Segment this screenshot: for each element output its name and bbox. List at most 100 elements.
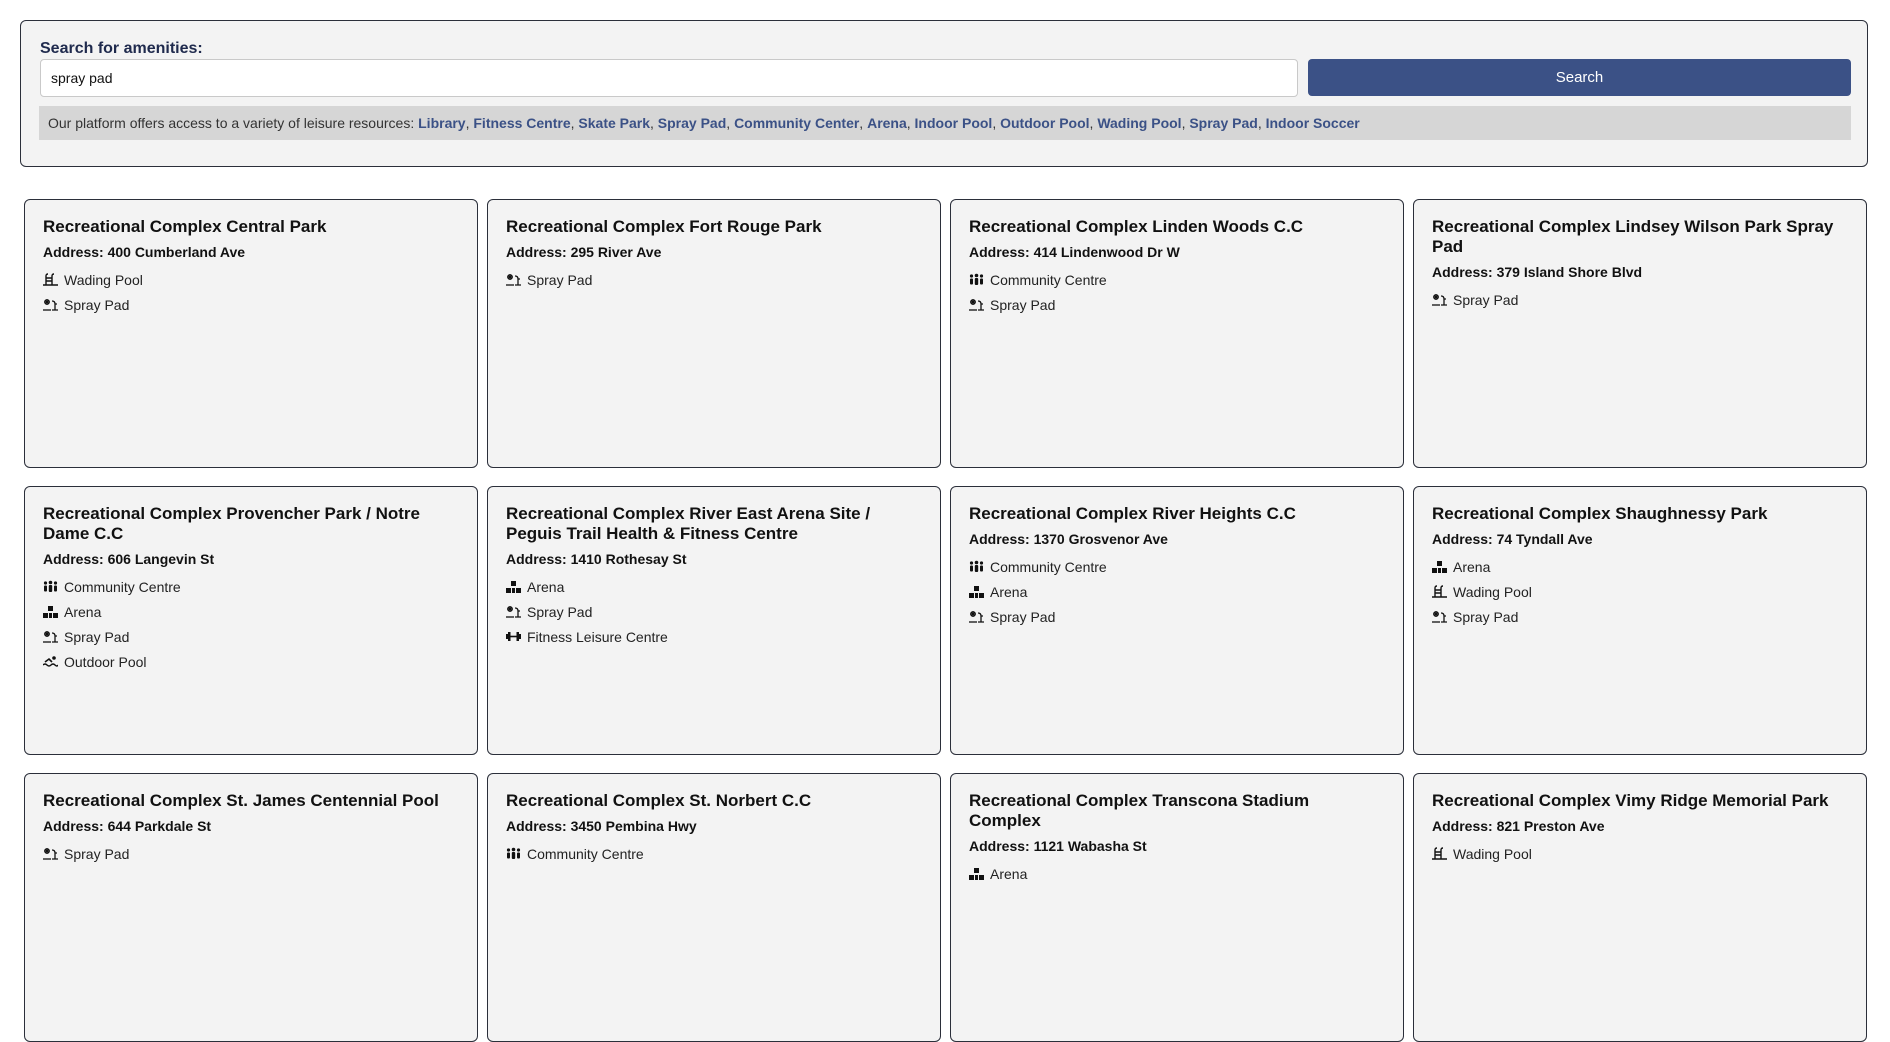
card-address: Address: 644 Parkdale St xyxy=(43,818,212,834)
search-panel: Search for amenities: Search Our platfor… xyxy=(20,20,1868,167)
amenity-label: Spray Pad xyxy=(1453,608,1519,625)
result-card: Recreational Complex St. James Centennia… xyxy=(24,773,478,1042)
resource-link[interactable]: Arena xyxy=(867,115,907,131)
community-centre-icon xyxy=(969,273,990,286)
amenity-label: Spray Pad xyxy=(1453,291,1519,308)
amenity-label: Wading Pool xyxy=(1453,845,1532,862)
amenity-label: Arena xyxy=(527,578,565,595)
amenity-item: Arena xyxy=(43,599,459,624)
amenity-item: Arena xyxy=(969,861,1385,886)
amenity-item: Spray Pad xyxy=(969,604,1385,629)
amenity-item: Spray Pad xyxy=(43,292,459,317)
amenity-label: Spray Pad xyxy=(64,628,130,645)
amenity-label: Wading Pool xyxy=(1453,583,1532,600)
resource-link[interactable]: Spray Pad xyxy=(658,115,726,131)
amenity-label: Wading Pool xyxy=(64,271,143,288)
amenity-item: Community Centre xyxy=(969,554,1385,579)
resource-separator: , xyxy=(906,115,915,131)
search-button[interactable]: Search xyxy=(1308,59,1851,96)
community-centre-icon xyxy=(506,847,527,860)
card-title: Recreational Complex St. Norbert C.C xyxy=(506,791,812,810)
card-address: Address: 1410 Rothesay St xyxy=(506,551,687,567)
spray-pad-icon xyxy=(506,605,527,618)
arena-icon xyxy=(1432,560,1453,573)
resource-link[interactable]: Wading Pool xyxy=(1097,115,1181,131)
amenity-label: Arena xyxy=(990,865,1028,882)
resource-separator: , xyxy=(992,115,1001,131)
amenity-item: Spray Pad xyxy=(506,599,922,624)
arena-icon xyxy=(43,605,64,618)
amenity-item: Community Centre xyxy=(969,267,1385,292)
amenity-item: Spray Pad xyxy=(1432,604,1848,629)
resources-bar: Our platform offers access to a variety … xyxy=(39,106,1851,140)
card-address: Address: 414 Lindenwood Dr W xyxy=(969,244,1180,260)
amenity-item: Spray Pad xyxy=(969,292,1385,317)
amenity-label: Spray Pad xyxy=(64,296,130,313)
amenity-item: Community Centre xyxy=(506,841,922,866)
amenity-item: Wading Pool xyxy=(43,267,459,292)
resource-link[interactable]: Community Center xyxy=(734,115,859,131)
spray-pad-icon xyxy=(1432,293,1453,306)
result-card: Recreational Complex Central Park Address… xyxy=(24,199,478,468)
amenity-item: Spray Pad xyxy=(43,841,459,866)
arena-icon xyxy=(969,867,990,880)
card-address: Address: 1121 Wabasha St xyxy=(969,838,1147,854)
spray-pad-icon xyxy=(43,630,64,643)
amenity-item: Wading Pool xyxy=(1432,841,1848,866)
resource-link[interactable]: Skate Park xyxy=(578,115,650,131)
search-input[interactable] xyxy=(40,59,1298,97)
resource-link[interactable]: Spray Pad xyxy=(1189,115,1257,131)
card-title: Recreational Complex St. James Centennia… xyxy=(43,791,439,810)
result-card: Recreational Complex Linden Woods C.C Add… xyxy=(950,199,1404,468)
wading-pool-icon xyxy=(1432,585,1453,598)
card-address: Address: 400 Cumberland Ave xyxy=(43,244,246,260)
spray-pad-icon xyxy=(1432,610,1453,623)
card-address: Address: 379 Island Shore Blvd xyxy=(1432,264,1643,280)
result-card: Recreational Complex Lindsey Wilson Park… xyxy=(1413,199,1867,468)
card-address: Address: 3450 Pembina Hwy xyxy=(506,818,697,834)
result-card: Recreational Complex Vimy Ridge Memorial… xyxy=(1413,773,1867,1042)
outdoor-pool-icon xyxy=(43,655,64,668)
amenity-item: Outdoor Pool xyxy=(43,649,459,674)
card-title: Recreational Complex Provencher Park / N… xyxy=(43,504,420,543)
card-title: Recreational Complex Shaughnessy Park xyxy=(1432,504,1768,523)
resource-separator: , xyxy=(650,115,658,131)
result-card: Recreational Complex Shaughnessy Park Add… xyxy=(1413,486,1867,755)
search-label: Search for amenities: xyxy=(40,40,203,57)
wading-pool-icon xyxy=(43,273,64,286)
resource-separator: , xyxy=(859,115,868,131)
community-centre-icon xyxy=(969,560,990,573)
amenity-item: Arena xyxy=(506,574,922,599)
amenity-label: Community Centre xyxy=(527,845,644,862)
resource-link[interactable]: Fitness Centre xyxy=(473,115,570,131)
resource-separator: , xyxy=(726,115,735,131)
amenity-label: Community Centre xyxy=(990,271,1107,288)
spray-pad-icon xyxy=(506,273,527,286)
spray-pad-icon xyxy=(43,298,64,311)
card-title: Recreational Complex Central Park xyxy=(43,217,327,236)
amenity-label: Spray Pad xyxy=(64,845,130,862)
resource-link[interactable]: Indoor Soccer xyxy=(1266,115,1360,131)
amenity-label: Arena xyxy=(64,603,102,620)
card-title: Recreational Complex River East Arena Si… xyxy=(506,504,871,543)
amenity-label: Spray Pad xyxy=(990,608,1056,625)
amenity-label: Spray Pad xyxy=(990,296,1056,313)
result-card: Recreational Complex St. Norbert C.C Addr… xyxy=(487,773,941,1042)
resource-link[interactable]: Outdoor Pool xyxy=(1000,115,1089,131)
result-card: Recreational Complex River East Arena Si… xyxy=(487,486,941,755)
amenity-label: Outdoor Pool xyxy=(64,653,147,670)
amenity-label: Spray Pad xyxy=(527,271,593,288)
amenity-item: Community Centre xyxy=(43,574,459,599)
resource-link[interactable]: Indoor Pool xyxy=(915,115,993,131)
amenity-item: Spray Pad xyxy=(506,267,922,292)
spray-pad-icon xyxy=(969,610,990,623)
result-card: Recreational Complex Transcona Stadium C… xyxy=(950,773,1404,1042)
amenity-item: Spray Pad xyxy=(1432,287,1848,312)
amenity-label: Spray Pad xyxy=(527,603,593,620)
card-address: Address: 74 Tyndall Ave xyxy=(1432,531,1593,547)
card-title: Recreational Complex River Heights C.C xyxy=(969,504,1296,523)
card-address: Address: 821 Preston Ave xyxy=(1432,818,1605,834)
result-card: Recreational Complex River Heights C.C Ad… xyxy=(950,486,1404,755)
resource-link[interactable]: Library xyxy=(418,115,465,131)
resources-intro: Our platform offers access to a variety … xyxy=(48,115,419,131)
